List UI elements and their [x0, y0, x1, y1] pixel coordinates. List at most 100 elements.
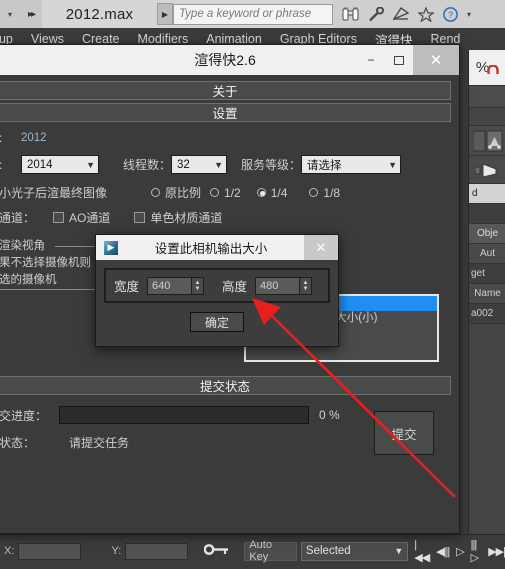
- size-fieldset: 宽度 640 ▲ ▼ 高度 480 ▲ ▼: [104, 268, 330, 303]
- scale-option-label: 原比例: [165, 186, 202, 200]
- command-panel-tabs[interactable]: [469, 126, 505, 156]
- width-spinner-buttons[interactable]: ▲ ▼: [191, 276, 205, 295]
- percent-snap-toggle[interactable]: %: [469, 50, 505, 86]
- previous-frame-button[interactable]: ◀|||: [436, 545, 450, 558]
- rail-auto-label: Aut: [469, 244, 505, 264]
- wrench-icon[interactable]: [368, 6, 384, 22]
- rail-segment-blank-2: [469, 108, 505, 126]
- spinner-down-icon[interactable]: ▼: [303, 286, 309, 292]
- selection-filter-dropdown[interactable]: Selected ▼: [300, 541, 409, 561]
- transport-controls: |◀◀ ◀||| ▷ |||▷ ▶▶|: [414, 539, 505, 564]
- threads-label: 线程数：: [123, 158, 172, 172]
- scale-option-label: 1/4: [270, 185, 288, 200]
- max-version-dropdown[interactable]: 2014 ▼: [21, 155, 99, 174]
- radio-indicator[interactable]: [151, 188, 161, 197]
- service-level-label: 服务等级：: [241, 158, 302, 172]
- progress-label: 交进度：: [0, 408, 48, 423]
- chevron-down-icon[interactable]: ▼: [214, 160, 223, 170]
- channel-label-mono: 单色材质通道: [150, 211, 223, 225]
- width-label: 宽度: [114, 280, 140, 294]
- service-level-value: 请选择: [307, 159, 342, 172]
- app-icon: ▶: [104, 240, 118, 255]
- rail-name-label: Name: [469, 284, 505, 304]
- rail-get-label: get: [469, 264, 505, 284]
- section-header-submit-status: 提交状态: [0, 376, 451, 395]
- close-button[interactable]: ✕: [413, 45, 459, 75]
- satellite-dish-icon[interactable]: [393, 7, 409, 21]
- photon-label: 小光子后渲最终图像: [0, 186, 108, 200]
- radio-indicator[interactable]: [210, 188, 220, 197]
- radio-indicator[interactable]: [309, 188, 319, 197]
- height-input[interactable]: 480: [255, 276, 300, 295]
- status-label: 状态：: [0, 436, 36, 450]
- help-icon[interactable]: ?: [443, 6, 458, 22]
- spinner-down-icon[interactable]: ▼: [195, 286, 201, 292]
- max-title-bar: ▾ ▸▸ 2012.max ▶ Type a keyword or phrase: [0, 0, 505, 28]
- submit-progress-bar: [59, 406, 310, 424]
- version-value: 2012: [21, 132, 47, 144]
- quick-access-toolbar[interactable]: ▾ ▸▸: [0, 0, 42, 28]
- screenshot-root: ▾ ▸▸ 2012.max ▶ Type a keyword or phrase: [0, 0, 505, 569]
- scale-option-original[interactable]: 原比例: [151, 184, 201, 201]
- minimize-button[interactable]: −: [357, 45, 385, 75]
- spotlight-icon[interactable]: [474, 161, 501, 179]
- chevron-down-icon[interactable]: ▼: [86, 160, 95, 170]
- radio-indicator[interactable]: [256, 188, 266, 197]
- confirm-button[interactable]: 确定: [190, 312, 244, 332]
- version-label: :: [0, 131, 21, 145]
- light-tool-button[interactable]: [469, 156, 505, 184]
- search-dropdown-arrow[interactable]: ▶: [157, 3, 173, 25]
- progress-percent: 0 %: [319, 408, 340, 422]
- scale-option-eighth[interactable]: 1/8: [309, 186, 340, 200]
- auto-key-button[interactable]: Auto Key: [244, 539, 297, 563]
- submit-status-group: 提交状态 交进度： 0 % 状态： 请提交任务 提交: [0, 376, 451, 468]
- scale-option-half[interactable]: 1/2: [210, 186, 241, 200]
- renderfast-title-bar: 渲得快2.6 − ✕: [0, 45, 459, 75]
- height-spinner-buttons[interactable]: ▲ ▼: [299, 276, 313, 295]
- maximize-button[interactable]: [385, 45, 413, 75]
- checkbox-indicator[interactable]: [53, 212, 65, 223]
- help-dropdown-arrow[interactable]: ▾: [467, 10, 471, 19]
- key-icon[interactable]: [203, 543, 230, 559]
- play-button[interactable]: ▷: [456, 545, 465, 558]
- section-header-about[interactable]: 关于: [0, 81, 451, 100]
- threads-dropdown[interactable]: 32 ▼: [171, 155, 228, 174]
- y-coordinate-input[interactable]: [125, 542, 189, 560]
- search-placeholder: Type a keyword or phrase: [179, 8, 312, 20]
- channel-label: 通道：: [0, 211, 36, 225]
- service-level-dropdown[interactable]: 请选择 ▼: [301, 155, 402, 174]
- rail-item-label: a002: [469, 304, 505, 324]
- go-to-start-button[interactable]: |◀◀: [414, 539, 430, 564]
- chevron-down-icon[interactable]: ▼: [388, 160, 397, 170]
- star-icon[interactable]: [418, 6, 434, 22]
- section-header-settings[interactable]: 设置: [0, 103, 451, 122]
- scale-option-label: 1/8: [323, 185, 341, 200]
- search-input[interactable]: Type a keyword or phrase: [173, 3, 333, 25]
- panel-tab-icons[interactable]: [472, 130, 503, 152]
- checkbox-indicator[interactable]: [134, 212, 146, 223]
- status-value: 请提交任务: [69, 436, 130, 450]
- x-coordinate-label: X:: [4, 545, 15, 557]
- max-version-label: :: [0, 158, 21, 172]
- quick-icons-group: ? ▾: [333, 0, 505, 28]
- submit-button[interactable]: 提交: [374, 411, 434, 455]
- scale-option-quarter[interactable]: 1/4: [256, 185, 288, 200]
- max-status-bar: X: Y: Auto Key Selected ▼ |◀◀ ◀||| ▷ |||…: [0, 534, 505, 569]
- rail-segment-gap: [469, 204, 505, 224]
- rail-segment-blank-1: [469, 86, 505, 108]
- width-input[interactable]: 640: [147, 276, 192, 295]
- next-frame-button[interactable]: |||▷: [471, 539, 482, 564]
- height-stepper[interactable]: 480 ▲ ▼: [255, 276, 313, 295]
- go-to-end-button[interactable]: ▶▶|: [488, 545, 505, 558]
- double-chevron-right-icon[interactable]: ▸▸: [28, 9, 36, 20]
- svg-text:?: ?: [448, 10, 453, 20]
- rail-text-d: d: [469, 184, 505, 204]
- channel-option-mono-material[interactable]: 单色材质通道: [134, 209, 222, 226]
- dialog-close-button[interactable]: ✕: [304, 235, 338, 260]
- binoculars-icon[interactable]: [342, 7, 359, 21]
- channel-option-ao[interactable]: AO通道: [53, 209, 110, 226]
- width-stepper[interactable]: 640 ▲ ▼: [147, 276, 205, 295]
- x-coordinate-input[interactable]: [18, 542, 82, 560]
- chevron-down-icon[interactable]: ▾: [8, 10, 12, 19]
- chevron-down-icon[interactable]: ▼: [394, 546, 403, 556]
